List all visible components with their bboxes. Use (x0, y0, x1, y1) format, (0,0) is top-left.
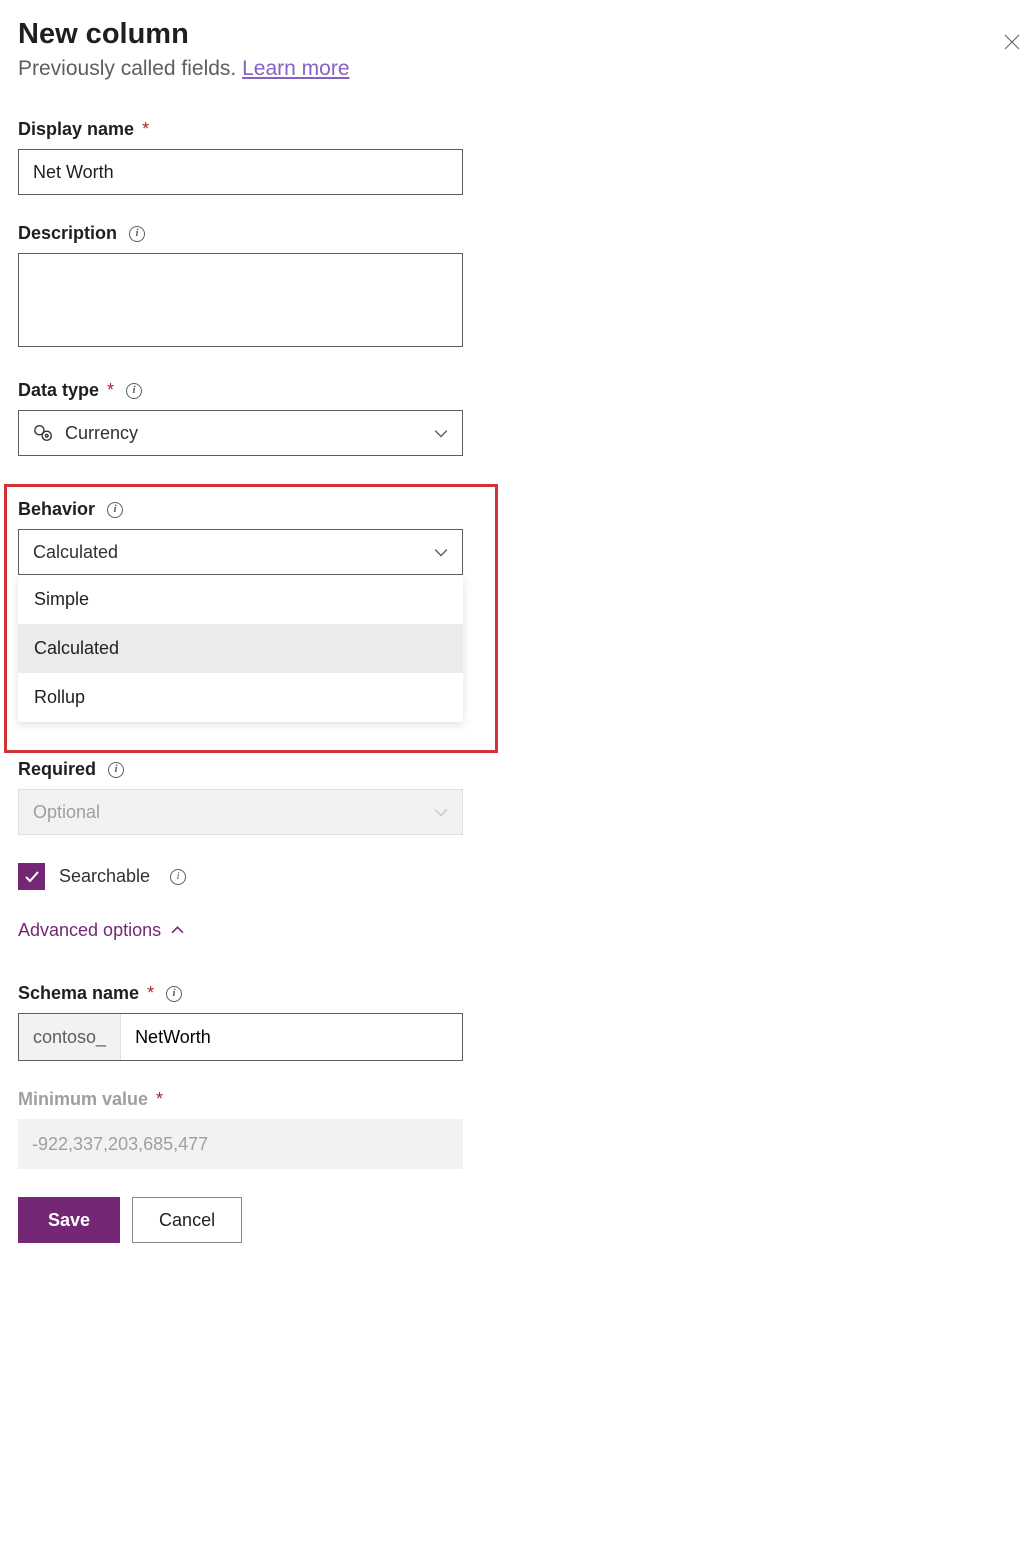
advanced-label: Advanced options (18, 920, 161, 941)
display-name-input[interactable] (18, 149, 463, 195)
schema-name-input[interactable] (121, 1014, 462, 1060)
min-value-label: Minimum value* (18, 1089, 483, 1110)
data-type-value: Currency (65, 423, 138, 444)
info-icon[interactable]: i (126, 383, 142, 399)
info-icon[interactable]: i (129, 226, 145, 242)
searchable-checkbox[interactable] (18, 863, 45, 890)
behavior-select[interactable]: Calculated (18, 529, 463, 575)
info-icon[interactable]: i (107, 502, 123, 518)
required-value: Optional (33, 802, 100, 823)
info-icon[interactable]: i (170, 869, 186, 885)
info-icon[interactable]: i (166, 986, 182, 1002)
save-button[interactable]: Save (18, 1197, 120, 1243)
chevron-down-icon (434, 805, 448, 819)
advanced-options-toggle[interactable]: Advanced options (18, 920, 483, 941)
checkmark-icon (24, 869, 40, 885)
behavior-option-calculated[interactable]: Calculated (18, 624, 463, 673)
schema-prefix: contoso_ (19, 1014, 121, 1060)
schema-name-field: contoso_ (18, 1013, 463, 1061)
learn-more-link[interactable]: Learn more (242, 57, 349, 80)
behavior-highlight: Behavior i Calculated Simple Calculated … (4, 484, 498, 753)
cancel-button[interactable]: Cancel (132, 1197, 242, 1243)
data-type-label: Data type* i (18, 380, 483, 401)
searchable-label: Searchable (59, 866, 150, 887)
currency-icon (33, 422, 55, 444)
close-icon (1004, 34, 1020, 50)
panel-title: New column (18, 18, 483, 51)
behavior-value: Calculated (33, 542, 118, 563)
behavior-dropdown: Simple Calculated Rollup (18, 575, 463, 722)
required-label: Required i (18, 759, 483, 780)
description-input[interactable] (18, 253, 463, 347)
chevron-down-icon (434, 545, 448, 559)
chevron-down-icon (434, 426, 448, 440)
display-name-label: Display name* (18, 119, 483, 140)
min-value-input (18, 1119, 463, 1169)
chevron-up-icon (171, 924, 184, 937)
required-select: Optional (18, 789, 463, 835)
data-type-select[interactable]: Currency (18, 410, 463, 456)
behavior-option-rollup[interactable]: Rollup (18, 673, 463, 722)
panel-subtitle: Previously called fields. Learn more (18, 57, 483, 81)
close-button[interactable] (996, 26, 1028, 58)
schema-name-label: Schema name* i (18, 983, 483, 1004)
behavior-option-simple[interactable]: Simple (18, 575, 463, 624)
behavior-label: Behavior i (18, 499, 484, 520)
info-icon[interactable]: i (108, 762, 124, 778)
description-label: Description i (18, 223, 483, 244)
subtitle-text: Previously called fields. (18, 57, 242, 80)
